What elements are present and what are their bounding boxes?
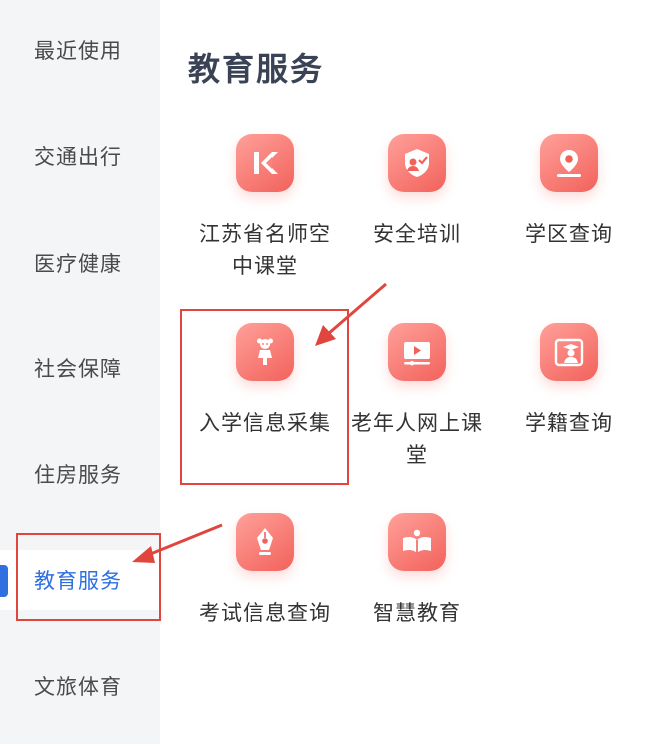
arrow-to-enrollment — [315, 282, 387, 346]
annotation-arrows — [132, 282, 387, 563]
arrow-to-education — [132, 523, 223, 563]
